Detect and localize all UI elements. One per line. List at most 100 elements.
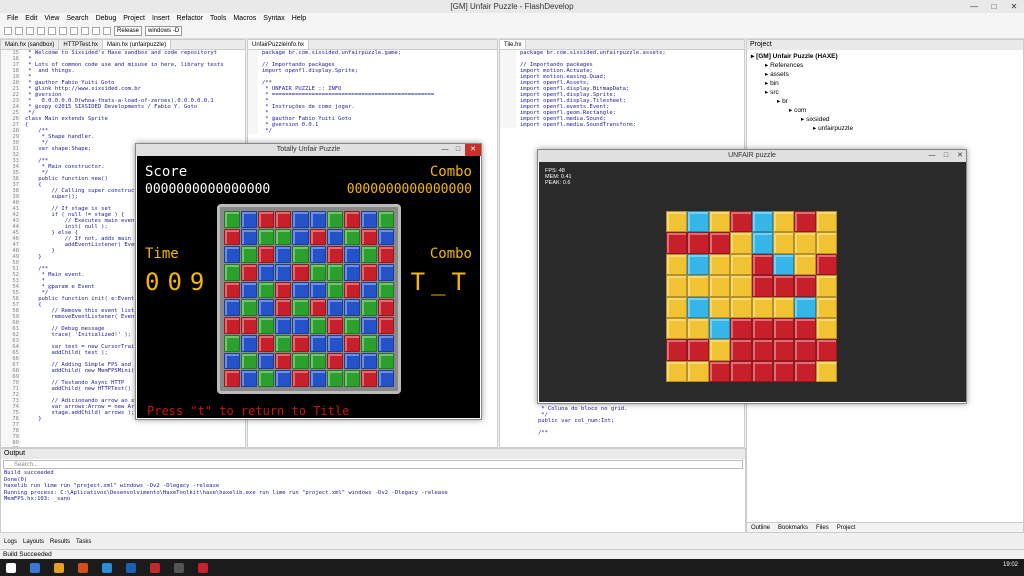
gem-tile[interactable] — [815, 317, 837, 340]
gem-tile[interactable] — [751, 339, 773, 361]
gem-tile[interactable] — [772, 253, 795, 276]
gem-tile[interactable] — [241, 334, 258, 352]
tab-results[interactable]: Results — [50, 536, 70, 548]
gem-tile[interactable] — [730, 211, 752, 233]
tree-item[interactable]: ▸ unfairpuzzle — [747, 124, 1023, 133]
gem-tile[interactable] — [360, 246, 377, 264]
tree-item[interactable]: ▸ References — [747, 61, 1023, 70]
gem-tile[interactable] — [224, 281, 241, 299]
gem-tile[interactable] — [815, 339, 837, 361]
gem-tile[interactable] — [275, 370, 292, 387]
gem-tile[interactable] — [730, 275, 752, 297]
gem-tile[interactable] — [377, 211, 394, 228]
tab-project[interactable]: Project — [837, 523, 856, 532]
gem-tile[interactable] — [275, 317, 292, 334]
gem-tile[interactable] — [687, 253, 709, 276]
gem-tile[interactable] — [687, 339, 709, 361]
gem-tile[interactable] — [258, 317, 275, 334]
gem-tile[interactable] — [258, 370, 275, 387]
gem-tile[interactable] — [343, 317, 360, 334]
gem-tile[interactable] — [326, 334, 343, 352]
gem-tile[interactable] — [815, 253, 837, 276]
chrome-icon[interactable] — [102, 562, 112, 573]
gem-tile[interactable] — [687, 360, 709, 382]
gem-tile[interactable] — [360, 228, 377, 246]
app-icon[interactable] — [150, 562, 160, 573]
gem-tile[interactable] — [258, 352, 275, 370]
gem-tile[interactable] — [360, 317, 377, 334]
gem-tile[interactable] — [224, 246, 241, 264]
redo-icon[interactable] — [81, 27, 89, 35]
gem-tile[interactable] — [360, 334, 377, 352]
photoshop-icon[interactable] — [126, 562, 136, 573]
gem-tile[interactable] — [224, 317, 241, 334]
gem-tile[interactable] — [309, 246, 326, 264]
game-window-unfair-puzzle[interactable]: UNFAIR puzzle — □ ✕ FPS: 48 MEM: 0.41 PE… — [537, 149, 967, 404]
gem-tile[interactable] — [275, 334, 292, 352]
menu-edit[interactable]: Edit — [25, 13, 37, 24]
gem-tile[interactable] — [309, 211, 326, 228]
find-icon[interactable] — [92, 27, 100, 35]
maximize-icon[interactable]: □ — [940, 150, 952, 162]
menu-project[interactable]: Project — [123, 13, 145, 24]
gem-tile[interactable] — [708, 232, 731, 254]
gem-tile[interactable] — [343, 281, 360, 299]
tab-file[interactable]: UnfairPuzzleInfo.hx — [248, 40, 310, 49]
tab-tasks[interactable]: Tasks — [76, 536, 91, 548]
gem-tile[interactable] — [360, 281, 377, 299]
gem-tile[interactable] — [326, 264, 343, 281]
gem-tile[interactable] — [326, 317, 343, 334]
gem-tile[interactable] — [241, 317, 258, 334]
gem-tile[interactable] — [309, 352, 326, 370]
gem-tile[interactable] — [687, 211, 709, 233]
gem-tile[interactable] — [772, 339, 795, 361]
gem-tile[interactable] — [751, 296, 773, 318]
tab-layouts[interactable]: Layouts — [23, 536, 44, 548]
menu-refactor[interactable]: Refactor — [177, 13, 203, 24]
gem-tile[interactable] — [687, 296, 709, 318]
gem-tile[interactable] — [241, 352, 258, 370]
gem-tile[interactable] — [292, 211, 309, 228]
gem-tile[interactable] — [794, 317, 816, 340]
gem-tile[interactable] — [309, 264, 326, 281]
menu-macros[interactable]: Macros — [233, 13, 256, 24]
gem-tile[interactable] — [224, 370, 241, 387]
tree-item[interactable]: ▸ assets — [747, 70, 1023, 79]
gem-tile[interactable] — [772, 211, 795, 233]
gem-tile[interactable] — [377, 299, 394, 317]
gem-tile[interactable] — [772, 232, 795, 254]
gem-tile[interactable] — [815, 211, 837, 233]
gem-tile[interactable] — [326, 281, 343, 299]
gem-tile[interactable] — [343, 246, 360, 264]
close-icon[interactable]: ✕ — [954, 150, 966, 162]
gem-tile[interactable] — [292, 352, 309, 370]
gem-tile[interactable] — [730, 317, 752, 340]
terminal-icon[interactable] — [174, 562, 184, 573]
gem-tile[interactable] — [687, 232, 709, 254]
gem-tile[interactable] — [815, 275, 837, 297]
run-icon[interactable] — [103, 27, 111, 35]
gem-tile[interactable] — [794, 296, 816, 318]
gem-tile[interactable] — [241, 211, 258, 228]
gem-tile[interactable] — [666, 211, 688, 233]
gem-tile[interactable] — [343, 211, 360, 228]
gem-tile[interactable] — [377, 370, 394, 387]
firefox-icon[interactable] — [78, 562, 88, 573]
maximize-icon[interactable]: □ — [984, 0, 1004, 13]
gem-tile[interactable] — [772, 275, 795, 297]
gem-tile[interactable] — [258, 281, 275, 299]
gem-tile[interactable] — [708, 296, 731, 318]
save-icon[interactable] — [26, 27, 34, 35]
close-icon[interactable]: ✕ — [1004, 0, 1024, 13]
open-file-icon[interactable] — [15, 27, 23, 35]
gem-tile[interactable] — [241, 281, 258, 299]
gem-tile[interactable] — [343, 264, 360, 281]
gem-tile[interactable] — [292, 334, 309, 352]
gem-tile[interactable] — [292, 264, 309, 281]
minimize-icon[interactable]: — — [964, 0, 984, 13]
gem-tile[interactable] — [666, 296, 688, 318]
gem-tile[interactable] — [751, 275, 773, 297]
gem-tile[interactable] — [258, 228, 275, 246]
gem-tile[interactable] — [241, 246, 258, 264]
gem-tile[interactable] — [224, 211, 241, 228]
